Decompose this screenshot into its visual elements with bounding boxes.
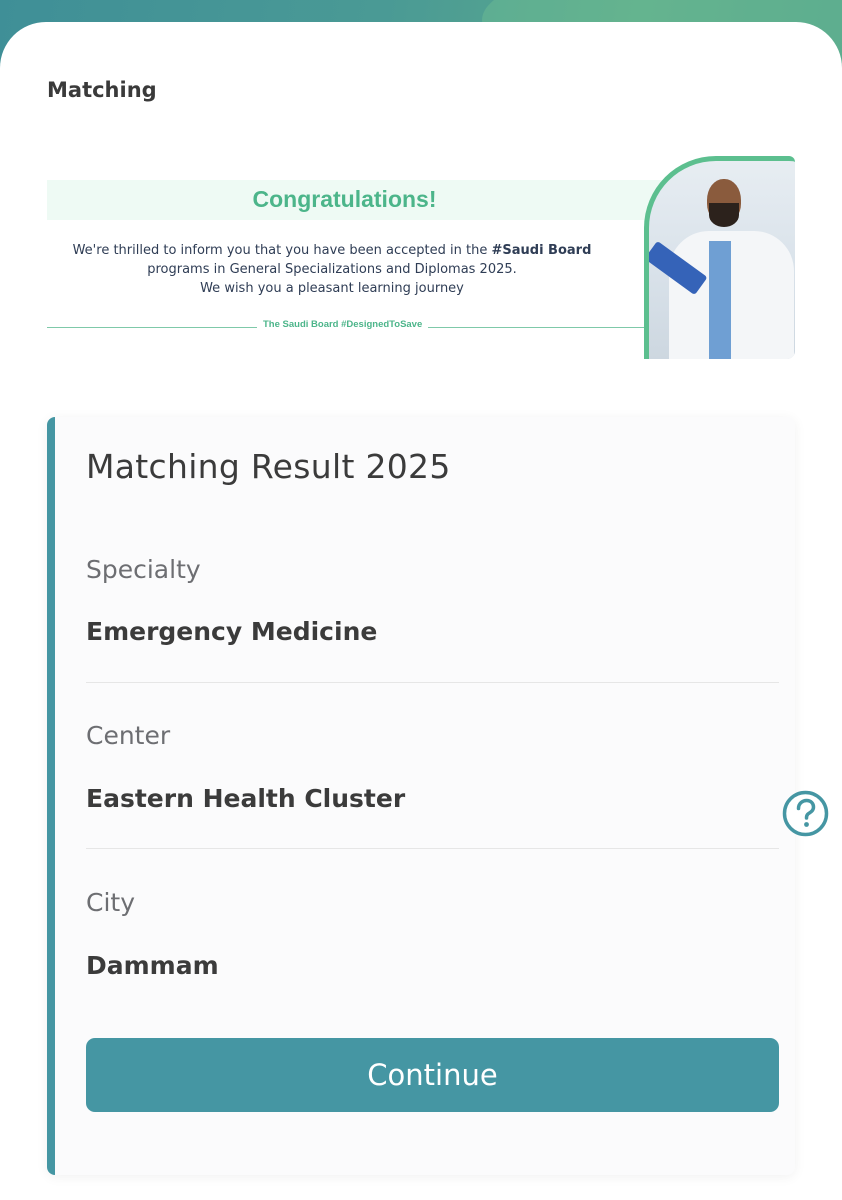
specialty-value: Emergency Medicine: [86, 617, 378, 646]
city-label: City: [86, 888, 135, 917]
banner-message-line2: programs in General Specializations and …: [147, 262, 517, 277]
divider: [86, 682, 779, 683]
specialty-label: Specialty: [86, 555, 201, 584]
help-icon-graphic: [782, 790, 829, 837]
city-value: Dammam: [86, 951, 219, 980]
help-icon[interactable]: [782, 790, 829, 837]
banner-tagline: The Saudi Board #DesignedToSave: [257, 319, 429, 330]
continue-button[interactable]: Continue: [86, 1038, 779, 1112]
banner-message-line1: We're thrilled to inform you that you ha…: [72, 243, 492, 258]
banner-message-line3: We wish you a pleasant learning journey: [200, 281, 464, 296]
banner-heading: Congratulations!: [252, 186, 437, 212]
center-value: Eastern Health Cluster: [86, 784, 406, 813]
doctor-photo: [644, 156, 795, 359]
banner-message-hashtag: #Saudi Board: [491, 243, 592, 258]
page-title: Matching: [47, 78, 157, 102]
doctor-scrub-shape: [709, 241, 731, 359]
result-title: Matching Result 2025: [86, 447, 451, 486]
center-label: Center: [86, 721, 171, 750]
doctor-beard-shape: [709, 203, 739, 227]
matching-result-card: Matching Result 2025 Specialty Emergency…: [47, 417, 795, 1175]
divider: [86, 848, 779, 849]
banner-message: We're thrilled to inform you that you ha…: [47, 241, 617, 298]
congratulations-banner: Congratulations! We're thrilled to infor…: [47, 156, 795, 359]
doctor-coat-shape: [669, 231, 794, 359]
